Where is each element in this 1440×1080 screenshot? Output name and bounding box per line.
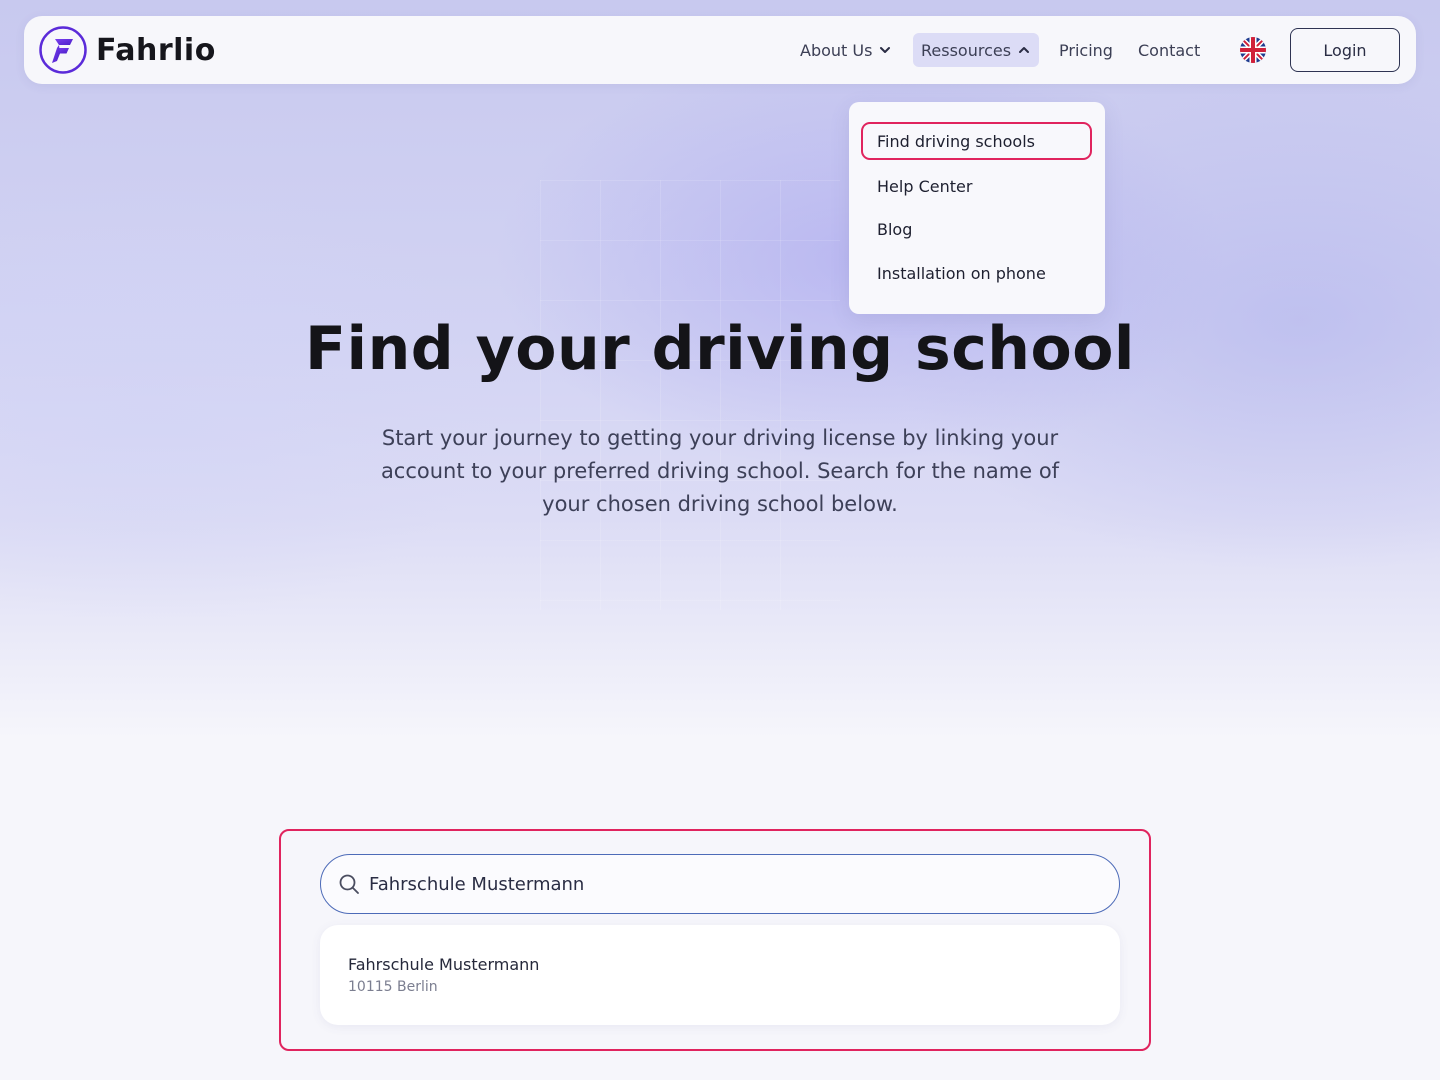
nav-ressources[interactable]: Ressources [913,33,1040,67]
chevron-down-icon [880,47,891,53]
logo-icon [39,26,87,74]
login-button[interactable]: Login [1290,28,1400,72]
ressources-dropdown-menu: Find driving schools Help Center Blog In… [849,102,1105,314]
search-icon [339,874,359,894]
result-school-name: Fahrschule Mustermann [348,955,540,974]
page-title: Find your driving school [305,314,1135,384]
chevron-up-icon [1019,47,1030,53]
page-subtitle: Start your journey to getting your drivi… [380,426,1060,516]
nav-about-us-label: About Us [800,40,873,60]
nav-pricing[interactable]: Pricing [1051,33,1121,67]
logo[interactable]: Fahrlio [38,25,216,75]
menu-item-blog[interactable]: Blog [861,210,1092,248]
nav-about-us[interactable]: About Us [792,33,900,67]
navbar: Fahrlio About Us Ressources Pricing Cont… [24,16,1416,84]
search-field[interactable] [320,854,1120,914]
menu-item-help-center[interactable]: Help Center [861,167,1092,205]
menu-item-find-driving-schools[interactable]: Find driving schools [861,122,1092,160]
result-school-address: 10115 Berlin [348,979,438,995]
nav-contact[interactable]: Contact [1130,33,1208,67]
menu-item-installation-on-phone[interactable]: Installation on phone [861,254,1092,292]
hero-grid-decoration [540,180,840,610]
search-result-item[interactable]: Fahrschule Mustermann 10115 Berlin [320,925,1120,1025]
uk-flag-icon[interactable] [1240,37,1266,63]
logo-wordmark: Fahrlio [96,32,216,68]
nav-ressources-label: Ressources [921,40,1012,60]
search-input[interactable] [369,873,1089,895]
